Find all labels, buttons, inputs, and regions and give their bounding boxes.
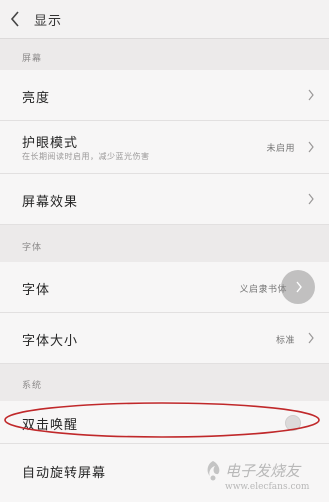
section-title-font: 字体 [22, 243, 43, 253]
toggle-switch[interactable] [285, 415, 301, 431]
chevron-right-icon [296, 281, 302, 293]
settings-item-label: 屏幕效果 [22, 195, 79, 210]
chevron-right-icon [308, 141, 314, 153]
chevron-right-icon [308, 332, 314, 344]
settings-item-label: 字体 [22, 283, 51, 298]
section-header-font: 字体 [0, 225, 329, 261]
settings-item-screen-effect[interactable]: 屏幕效果 [0, 174, 329, 225]
settings-item-font[interactable]: 字体 义启隶书体 [0, 262, 329, 313]
section-title-screen: 屏幕 [22, 54, 43, 64]
settings-item-label: 护眼模式 [22, 136, 79, 151]
settings-item-value: 标准 [275, 336, 295, 346]
settings-item-double-tap-wake[interactable]: 双击唤醒 [0, 401, 329, 444]
settings-item-label: 自动旋转屏幕 [22, 466, 107, 481]
chevron-right-icon [308, 193, 314, 205]
section-title-system: 系统 [22, 381, 43, 391]
settings-item-value: 未启用 [266, 144, 295, 154]
section-header-screen: 屏幕 [0, 39, 329, 69]
chevron-right-icon [308, 89, 314, 101]
settings-item-font-size[interactable]: 字体大小 标准 [0, 313, 329, 364]
settings-item-auto-rotate[interactable]: 自动旋转屏幕 [0, 444, 329, 502]
settings-item-label: 亮度 [22, 91, 51, 106]
title-bar: 显示 [0, 0, 329, 39]
settings-item-brightness[interactable]: 亮度 [0, 70, 329, 121]
settings-item-value: 义启隶书体 [239, 285, 287, 295]
settings-item-label: 双击唤醒 [22, 418, 79, 433]
chevron-left-icon[interactable] [8, 9, 22, 29]
settings-item-description: 在长期阅读时启用，减少蓝光伤害 [22, 152, 150, 161]
settings-item-label: 字体大小 [22, 334, 79, 349]
settings-item-eye-care[interactable]: 护眼模式 在长期阅读时启用，减少蓝光伤害 未启用 [0, 121, 329, 174]
section-header-system: 系统 [0, 364, 329, 400]
page-title: 显示 [34, 14, 63, 29]
